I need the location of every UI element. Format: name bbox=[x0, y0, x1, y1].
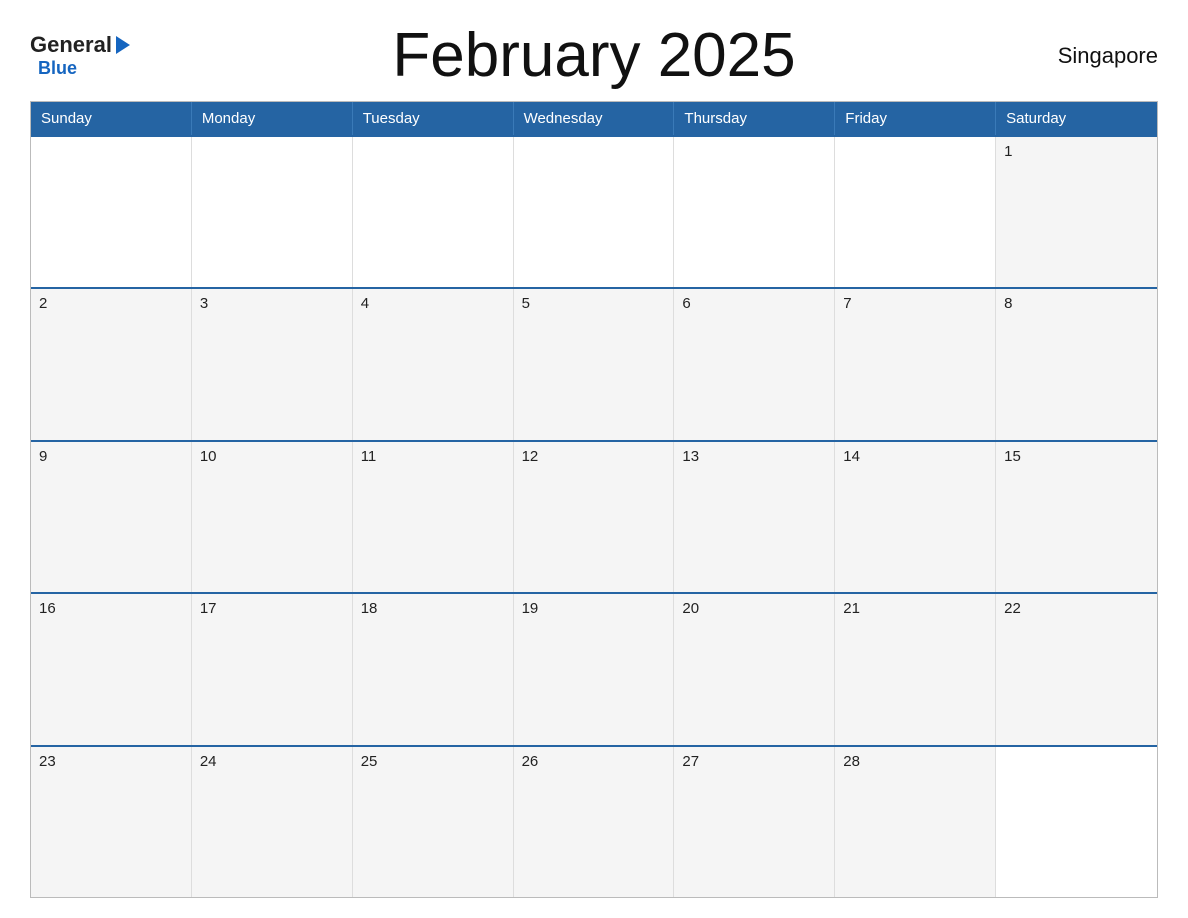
day-cell-10: 10 bbox=[192, 442, 353, 592]
day-cell-13: 13 bbox=[674, 442, 835, 592]
day-cell-6: 6 bbox=[674, 289, 835, 439]
day-headers-row: Sunday Monday Tuesday Wednesday Thursday… bbox=[31, 102, 1157, 135]
day-cell-23: 23 bbox=[31, 747, 192, 897]
day-cell-24: 24 bbox=[192, 747, 353, 897]
logo-blue-label: Blue bbox=[38, 58, 77, 78]
day-cell-1: 1 bbox=[996, 137, 1157, 287]
day-number-12: 12 bbox=[522, 448, 539, 465]
day-number-5: 5 bbox=[522, 295, 530, 312]
day-number-19: 19 bbox=[522, 600, 539, 617]
header-monday: Monday bbox=[192, 102, 353, 135]
day-number-26: 26 bbox=[522, 753, 539, 770]
day-cell-4: 4 bbox=[353, 289, 514, 439]
day-cell-empty-w0d4 bbox=[674, 137, 835, 287]
day-number-25: 25 bbox=[361, 753, 378, 770]
day-number-10: 10 bbox=[200, 448, 217, 465]
day-cell-empty-w0d1 bbox=[192, 137, 353, 287]
logo: General Blue bbox=[30, 32, 170, 79]
day-cell-12: 12 bbox=[514, 442, 675, 592]
page-title: February 2025 bbox=[170, 20, 1018, 91]
day-number-24: 24 bbox=[200, 753, 217, 770]
day-number-3: 3 bbox=[200, 295, 208, 312]
day-number-16: 16 bbox=[39, 600, 56, 617]
day-cell-3: 3 bbox=[192, 289, 353, 439]
week-row-3: 9 10 11 12 13 14 15 bbox=[31, 440, 1157, 592]
day-number-28: 28 bbox=[843, 753, 860, 770]
day-number-6: 6 bbox=[682, 295, 690, 312]
header-sunday: Sunday bbox=[31, 102, 192, 135]
logo-general-label: General bbox=[30, 32, 112, 58]
day-cell-8: 8 bbox=[996, 289, 1157, 439]
day-cell-18: 18 bbox=[353, 594, 514, 744]
day-cell-16: 16 bbox=[31, 594, 192, 744]
day-cell-7: 7 bbox=[835, 289, 996, 439]
header-wednesday: Wednesday bbox=[514, 102, 675, 135]
day-cell-15: 15 bbox=[996, 442, 1157, 592]
country-label: Singapore bbox=[1018, 43, 1158, 69]
day-cell-empty-w0d2 bbox=[353, 137, 514, 287]
day-cell-empty-w0d0 bbox=[31, 137, 192, 287]
day-number-20: 20 bbox=[682, 600, 699, 617]
day-cell-27: 27 bbox=[674, 747, 835, 897]
header-thursday: Thursday bbox=[674, 102, 835, 135]
day-cell-5: 5 bbox=[514, 289, 675, 439]
day-cell-9: 9 bbox=[31, 442, 192, 592]
day-cell-14: 14 bbox=[835, 442, 996, 592]
week-row-1: 1 bbox=[31, 135, 1157, 287]
day-cell-26: 26 bbox=[514, 747, 675, 897]
logo-triangle-icon bbox=[116, 36, 130, 54]
calendar: Sunday Monday Tuesday Wednesday Thursday… bbox=[30, 101, 1158, 898]
day-number-13: 13 bbox=[682, 448, 699, 465]
calendar-body: 1234567891011121314151617181920212223242… bbox=[31, 135, 1157, 897]
day-cell-20: 20 bbox=[674, 594, 835, 744]
day-number-15: 15 bbox=[1004, 448, 1021, 465]
week-row-4: 16 17 18 19 20 21 22 bbox=[31, 592, 1157, 744]
day-cell-2: 2 bbox=[31, 289, 192, 439]
day-cell-empty-w0d5 bbox=[835, 137, 996, 287]
day-number-17: 17 bbox=[200, 600, 217, 617]
logo-general-text: General bbox=[30, 32, 130, 58]
day-cell-28: 28 bbox=[835, 747, 996, 897]
day-number-14: 14 bbox=[843, 448, 860, 465]
day-number-8: 8 bbox=[1004, 295, 1012, 312]
day-number-11: 11 bbox=[361, 448, 377, 465]
day-number-21: 21 bbox=[843, 600, 860, 617]
day-number-18: 18 bbox=[361, 600, 378, 617]
day-number-7: 7 bbox=[843, 295, 851, 312]
header-friday: Friday bbox=[835, 102, 996, 135]
day-number-23: 23 bbox=[39, 753, 56, 770]
day-number-1: 1 bbox=[1004, 143, 1012, 160]
page-header: General Blue February 2025 Singapore bbox=[30, 20, 1158, 91]
day-cell-22: 22 bbox=[996, 594, 1157, 744]
header-tuesday: Tuesday bbox=[353, 102, 514, 135]
header-saturday: Saturday bbox=[996, 102, 1157, 135]
day-cell-11: 11 bbox=[353, 442, 514, 592]
day-number-4: 4 bbox=[361, 295, 369, 312]
day-cell-empty-w0d3 bbox=[514, 137, 675, 287]
day-cell-25: 25 bbox=[353, 747, 514, 897]
week-row-2: 2 3 4 5 6 7 8 bbox=[31, 287, 1157, 439]
week-row-5: 23 24 25 26 27 28 bbox=[31, 745, 1157, 897]
day-cell-17: 17 bbox=[192, 594, 353, 744]
day-number-9: 9 bbox=[39, 448, 47, 465]
day-cell-19: 19 bbox=[514, 594, 675, 744]
day-cell-21: 21 bbox=[835, 594, 996, 744]
day-number-22: 22 bbox=[1004, 600, 1021, 617]
day-cell-empty-w4d6 bbox=[996, 747, 1157, 897]
day-number-27: 27 bbox=[682, 753, 699, 770]
day-number-2: 2 bbox=[39, 295, 47, 312]
